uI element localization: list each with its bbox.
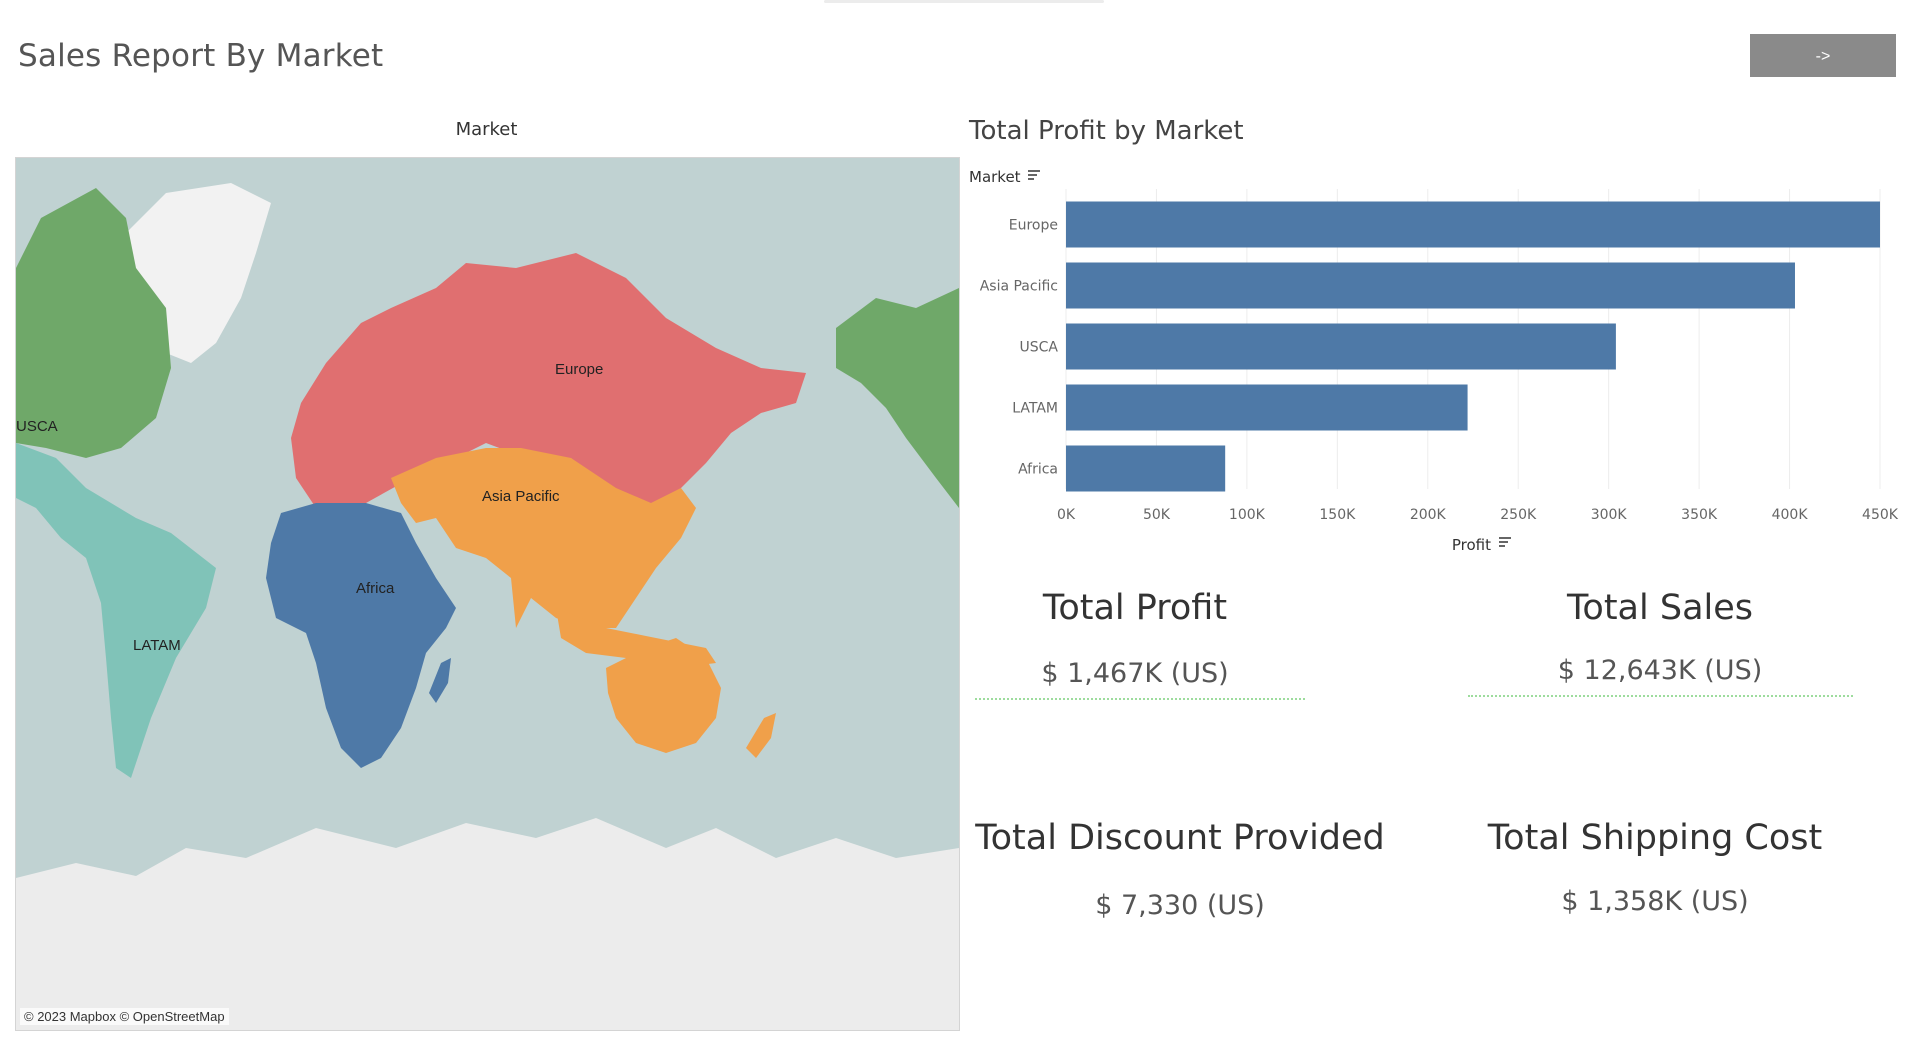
profit-bar-chart[interactable]: Market 0K 50K 100K 150K 200K 250K 300K 350K 400K 4…	[966, 164, 1920, 564]
kpi-total-profit-divider	[975, 698, 1305, 700]
market-map[interactable]: USCA LATAM Europe Asia Pacific Africa	[15, 157, 960, 1031]
bar-europe[interactable]	[1066, 201, 1880, 248]
x-tick-label: 350K	[1681, 507, 1718, 523]
chart-title: Total Profit by Market	[969, 116, 1244, 146]
bar-usca[interactable]	[1066, 323, 1616, 370]
next-page-button[interactable]: ->	[1750, 34, 1896, 77]
x-tick-label: 150K	[1319, 507, 1356, 523]
kpi-total-discount-title: Total Discount Provided	[975, 818, 1385, 858]
bar-category-label: LATAM	[1012, 401, 1058, 417]
bar-category-label: Africa	[1018, 462, 1058, 478]
x-tick-label: 100K	[1229, 507, 1266, 523]
map-label-africa: Africa	[356, 580, 395, 597]
bar-category-label: Europe	[1009, 218, 1058, 234]
map-title: Market	[455, 119, 518, 140]
x-tick-label: 300K	[1591, 507, 1628, 523]
kpi-total-shipping-value: $ 1,358K (US)	[1561, 886, 1749, 917]
bar-category-label: USCA	[1020, 340, 1059, 356]
x-tick-label: 50K	[1143, 507, 1171, 523]
y-axis-label: Market	[969, 168, 1021, 186]
kpi-total-sales-title: Total Sales	[1566, 588, 1754, 628]
map-canvas[interactable]: USCA LATAM Europe Asia Pacific Africa	[16, 158, 959, 1030]
map-label-latam: LATAM	[133, 637, 181, 654]
page-title: Sales Report By Market	[18, 38, 384, 74]
kpi-total-shipping-title: Total Shipping Cost	[1487, 818, 1823, 858]
kpi-total-profit-title: Total Profit	[1042, 588, 1228, 628]
x-tick-label: 400K	[1772, 507, 1809, 523]
x-axis-label: Profit	[1452, 536, 1491, 554]
bar-africa[interactable]	[1066, 445, 1226, 492]
x-tick-label: 200K	[1410, 507, 1447, 523]
map-attribution[interactable]: © 2023 Mapbox © OpenStreetMap	[20, 1008, 229, 1025]
bar-category-label: Asia Pacific	[980, 279, 1058, 295]
bar-asia-pacific[interactable]	[1066, 262, 1795, 309]
top-drag-handle[interactable]	[824, 0, 1104, 3]
map-label-europe: Europe	[555, 361, 603, 378]
bar-latam[interactable]	[1066, 384, 1468, 431]
map-label-usca: USCA	[16, 418, 58, 435]
bar-chart-svg[interactable]: Market 0K 50K 100K 150K 200K 250K 300K 350K 400K 4…	[966, 164, 1920, 564]
y-axis-sort-icon	[1028, 170, 1040, 180]
kpi-total-sales-value: $ 12,643K (US)	[1557, 655, 1763, 686]
x-tick-label: 450K	[1862, 507, 1899, 523]
x-tick-label: 250K	[1500, 507, 1537, 523]
kpi-total-profit-value: $ 1,467K (US)	[1041, 658, 1229, 689]
kpi-total-sales-divider	[1468, 695, 1853, 697]
x-axis-sort-icon	[1499, 537, 1511, 547]
map-label-asia-pacific: Asia Pacific	[482, 488, 560, 505]
x-tick-label: 0K	[1057, 507, 1076, 523]
kpi-total-discount-value: $ 7,330 (US)	[1095, 890, 1265, 921]
